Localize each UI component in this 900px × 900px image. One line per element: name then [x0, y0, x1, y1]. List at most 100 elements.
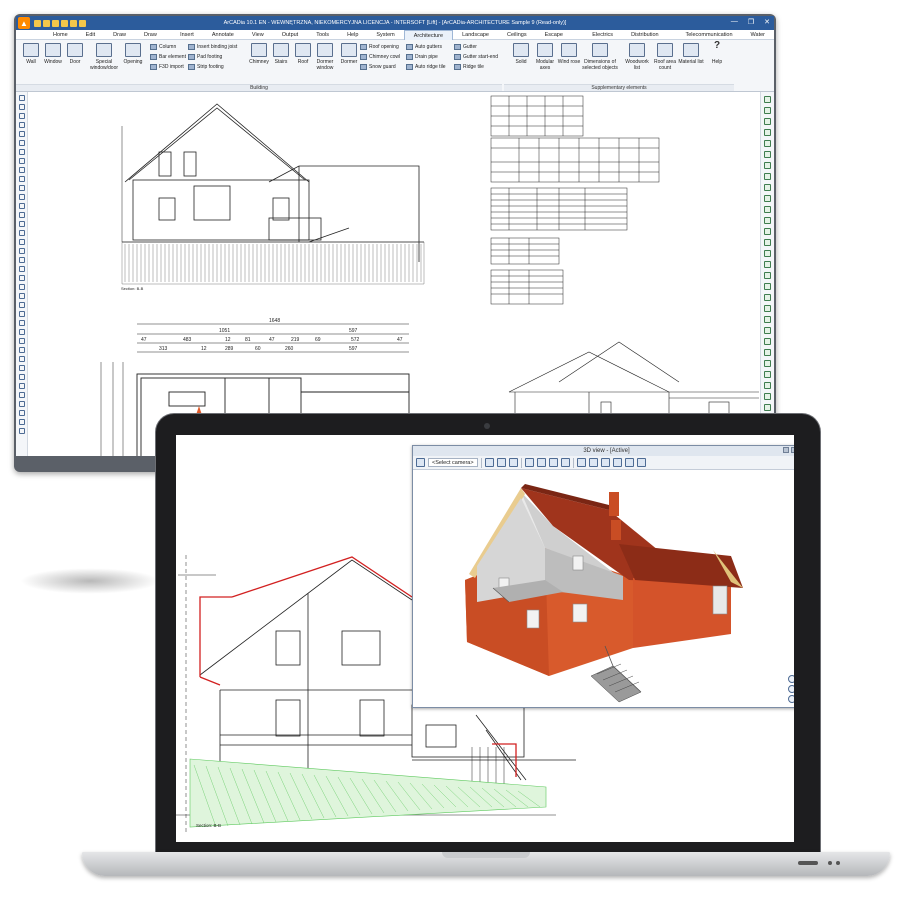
menu-tab-telecommunication[interactable]: Telecommunication [676, 30, 741, 40]
left-tool-icon[interactable] [18, 176, 25, 182]
right-tool-icon[interactable] [764, 360, 771, 367]
left-tool-icon[interactable] [18, 203, 25, 209]
left-tool-icon[interactable] [18, 329, 25, 335]
right-tool-icon[interactable] [764, 393, 771, 400]
right-tool-icon[interactable] [764, 316, 771, 323]
bar-element-button[interactable]: Bar element [150, 54, 186, 60]
navigation-icon[interactable] [788, 695, 794, 703]
opening-button[interactable]: Opening [120, 43, 146, 65]
auto-gutters-button[interactable]: Auto gutters [406, 44, 442, 50]
left-tool-icon[interactable] [18, 266, 25, 272]
help-button[interactable]: ? Help [704, 41, 730, 66]
left-tool-icon[interactable] [18, 113, 25, 119]
right-tool-icon[interactable] [764, 217, 771, 224]
auto-ridge-tile-button[interactable]: Auto ridge tile [406, 64, 446, 70]
minimize-button[interactable]: — [731, 18, 738, 26]
dormer-button[interactable]: Dormer [336, 43, 362, 65]
modular-axes-button[interactable]: Modular axes [532, 43, 558, 71]
solid-button[interactable]: Solid [508, 43, 534, 65]
menu-tab-draw[interactable]: Draw [104, 30, 135, 40]
left-tool-icon[interactable] [18, 374, 25, 380]
left-tool-icon[interactable] [18, 212, 25, 218]
right-tool-icon[interactable] [764, 118, 771, 125]
left-tool-icon[interactable] [18, 428, 25, 434]
gutter-button[interactable]: Gutter [454, 44, 477, 50]
zoom-out-icon[interactable] [788, 685, 794, 693]
menu-tab-system[interactable]: System [367, 30, 403, 40]
left-tool-icon[interactable] [18, 320, 25, 326]
left-tool-icon[interactable] [18, 302, 25, 308]
left-tool-icon[interactable] [18, 293, 25, 299]
zoom-in-icon[interactable] [788, 675, 794, 683]
left-tool-icon[interactable] [18, 230, 25, 236]
f3d-import-button[interactable]: F3D import [150, 64, 184, 70]
right-tool-icon[interactable] [764, 206, 771, 213]
left-tool-icon[interactable] [18, 248, 25, 254]
render-icon[interactable] [576, 458, 586, 467]
menu-tab-landscape[interactable]: Landscape [453, 30, 498, 40]
menu-tab-architecture[interactable]: Architecture [403, 29, 454, 40]
left-tool-icon[interactable] [18, 131, 25, 137]
right-tool-icon[interactable] [764, 327, 771, 334]
drain-pipe-button[interactable]: Drain pipe [406, 54, 438, 60]
menu-tab-escape-routes[interactable]: Escape routes [536, 30, 584, 48]
menu-tab-annotate[interactable]: Annotate [203, 30, 243, 40]
insert-binding-joist-button[interactable]: Insert binding joist [188, 44, 237, 50]
left-tool-icon[interactable] [18, 122, 25, 128]
menu-tab-output[interactable]: Output [273, 30, 308, 40]
maximize-button[interactable]: ❐ [748, 18, 754, 26]
left-tool-icon[interactable] [18, 140, 25, 146]
left-tool-icon[interactable] [18, 194, 25, 200]
menu-tab-draw-3d[interactable]: Draw 3D [135, 30, 171, 48]
dormer-window-button[interactable]: Dormer window [312, 43, 338, 71]
orbit-icon[interactable] [508, 458, 518, 467]
menu-tab-tools[interactable]: Tools [307, 30, 338, 40]
right-tool-icon[interactable] [764, 140, 771, 147]
right-tool-icon[interactable] [764, 349, 771, 356]
view3d-close-button[interactable] [791, 447, 794, 453]
left-tool-icon[interactable] [18, 275, 25, 281]
close-button[interactable]: ✕ [764, 18, 770, 26]
left-tool-icon[interactable] [18, 365, 25, 371]
left-tool-icon[interactable] [18, 338, 25, 344]
settings-icon[interactable] [624, 458, 634, 467]
view3d-viewport[interactable] [413, 470, 794, 707]
menu-tab-distribution-board[interactable]: Distribution board [622, 30, 676, 48]
left-tool-icon[interactable] [18, 356, 25, 362]
move-icon[interactable] [548, 458, 558, 467]
left-tool-icon[interactable] [18, 158, 25, 164]
right-tool-icon[interactable] [764, 294, 771, 301]
drawing-canvas[interactable]: Section: B-B 1648 1051 597 47 483 12 81 … [29, 92, 760, 456]
column-button[interactable]: Column [150, 44, 176, 50]
right-tool-icon[interactable] [764, 239, 771, 246]
left-tool-icon[interactable] [18, 419, 25, 425]
menu-tab-ceilings[interactable]: Ceilings [498, 30, 536, 40]
left-tool-icon[interactable] [18, 104, 25, 110]
snow-guard-button[interactable]: Snow guard [360, 64, 396, 70]
menu-tab-view[interactable]: View [243, 30, 273, 40]
left-tool-icon[interactable] [18, 311, 25, 317]
woodwork-list-button[interactable]: Woodwork list [622, 43, 652, 71]
right-tool-icon[interactable] [764, 272, 771, 279]
view3d-minimize-button[interactable] [783, 447, 789, 453]
left-tool-icon[interactable] [18, 392, 25, 398]
menu-tab-electrics[interactable]: Electrics [583, 30, 622, 40]
right-tool-icon[interactable] [764, 283, 771, 290]
menu-tab-insert[interactable]: Insert [171, 30, 203, 40]
right-tool-icon[interactable] [764, 195, 771, 202]
pan-icon[interactable] [536, 458, 546, 467]
left-tool-icon[interactable] [18, 257, 25, 263]
right-tool-icon[interactable] [764, 382, 771, 389]
export-image-icon[interactable] [636, 458, 646, 467]
roof-opening-button[interactable]: Roof opening [360, 44, 399, 50]
pad-footing-button[interactable]: Pad footing [188, 54, 222, 60]
material-list-button[interactable]: Material list [678, 43, 704, 65]
right-tool-icon[interactable] [764, 261, 771, 268]
right-tool-icon[interactable] [764, 184, 771, 191]
shading-icon[interactable] [612, 458, 622, 467]
gutter-start-end-button[interactable]: Gutter start-end [454, 54, 498, 60]
ridge-tile-button[interactable]: Ridge tile [454, 64, 484, 70]
left-tool-icon[interactable] [18, 347, 25, 353]
right-tool-icon[interactable] [764, 173, 771, 180]
menu-tab-home[interactable]: Home [44, 30, 77, 40]
